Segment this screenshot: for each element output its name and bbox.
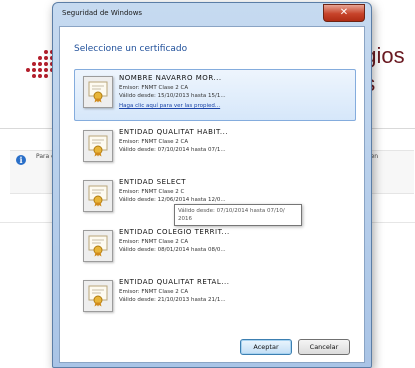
certificate-item-4[interactable]: ENTIDAD COLEGIO TERRIT... Emisor: FNMT C… <box>74 223 356 271</box>
certificate-properties-link[interactable]: Haga clic aquí para ver las propied... <box>119 103 220 110</box>
certificate-item-2[interactable]: ENTIDAD QUALITAT HABIT... Emisor: FNMT C… <box>74 123 356 171</box>
dialog-heading: Seleccione un certificado <box>74 44 188 54</box>
cancel-button[interactable]: Cancelar <box>298 339 350 355</box>
close-button[interactable]: ✕ <box>323 4 365 22</box>
certificate-validity: Válido desde: 08/01/2014 hasta 08/0... <box>119 247 226 253</box>
certificate-validity: Válido desde: 07/10/2014 hasta 07/1... <box>119 147 226 153</box>
certificate-name: ENTIDAD QUALITAT RETAL... <box>119 278 230 286</box>
certificate-validity: Válido desde: 12/06/2014 hasta 12/0... <box>119 197 226 203</box>
certificate-issuer: Emisor: FNMT Clase 2 C <box>119 189 185 195</box>
certificate-name: ENTIDAD QUALITAT HABIT... <box>119 128 229 136</box>
certificate-validity: Válido desde: 15/10/2013 hasta 15/1... <box>119 93 226 99</box>
certificate-icon <box>83 280 113 312</box>
validity-tooltip: Válido desde: 07/10/2014 hasta 07/10/ 20… <box>174 204 302 226</box>
certificate-icon <box>83 230 113 262</box>
certificate-issuer: Emisor: FNMT Clase 2 CA <box>119 139 189 145</box>
certificate-name: ENTIDAD COLEGIO TERRIT... <box>119 228 230 236</box>
certificate-name: ENTIDAD SELECT <box>119 178 187 186</box>
screenshot-root: egios as i Para el equ T en Seguridad de… <box>0 0 415 368</box>
certificate-item-1[interactable]: NOMBRE NAVARRO MOR... Emisor: FNMT Clase… <box>74 69 356 121</box>
certificate-list: NOMBRE NAVARRO MOR... Emisor: FNMT Clase… <box>74 69 356 321</box>
dialog-button-row: Aceptar Cancelar <box>60 339 364 355</box>
certificate-icon <box>83 130 113 162</box>
close-icon: ✕ <box>339 7 349 18</box>
dialog-title: Seguridad de Windows <box>62 9 143 17</box>
accept-button[interactable]: Aceptar <box>240 339 292 355</box>
windows-security-dialog: Seguridad de Windows ✕ Seleccione un cer… <box>52 2 372 368</box>
certificate-name: NOMBRE NAVARRO MOR... <box>119 74 222 82</box>
certificate-item-5[interactable]: ENTIDAD QUALITAT RETAL... Emisor: FNMT C… <box>74 273 356 321</box>
certificate-issuer: Emisor: FNMT Clase 2 CA <box>119 239 189 245</box>
dialog-titlebar[interactable]: Seguridad de Windows ✕ <box>53 3 371 25</box>
certificate-issuer: Emisor: FNMT Clase 2 CA <box>119 289 189 295</box>
certificate-icon <box>83 180 113 212</box>
certificate-validity: Válido desde: 21/10/2013 hasta 21/1... <box>119 297 226 303</box>
certificate-icon <box>83 76 113 108</box>
info-icon: i <box>16 155 26 165</box>
certificate-issuer: Emisor: FNMT Clase 2 CA <box>119 85 189 91</box>
dialog-content: Seleccione un certificado NOMBRE NAVARRO… <box>59 26 365 363</box>
